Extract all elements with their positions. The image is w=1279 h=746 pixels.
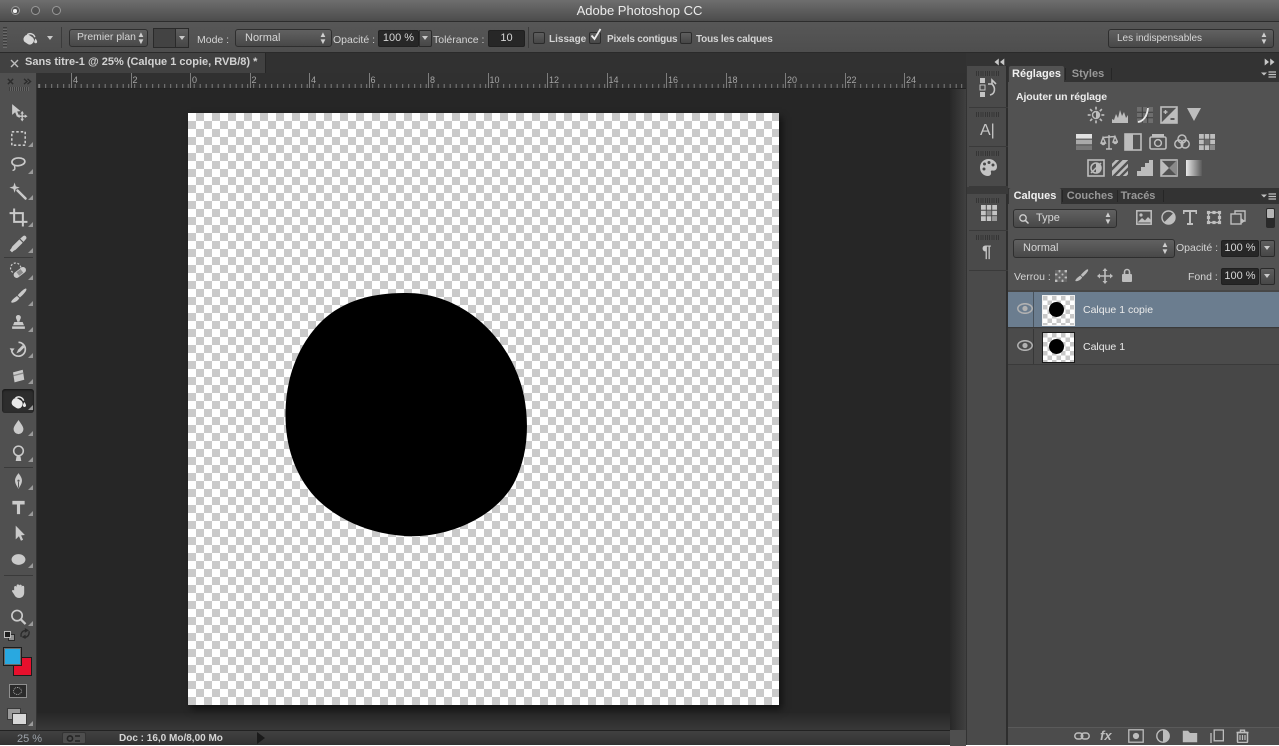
svg-text:¶: ¶ <box>982 242 991 260</box>
svg-text:A|: A| <box>980 122 995 139</box>
